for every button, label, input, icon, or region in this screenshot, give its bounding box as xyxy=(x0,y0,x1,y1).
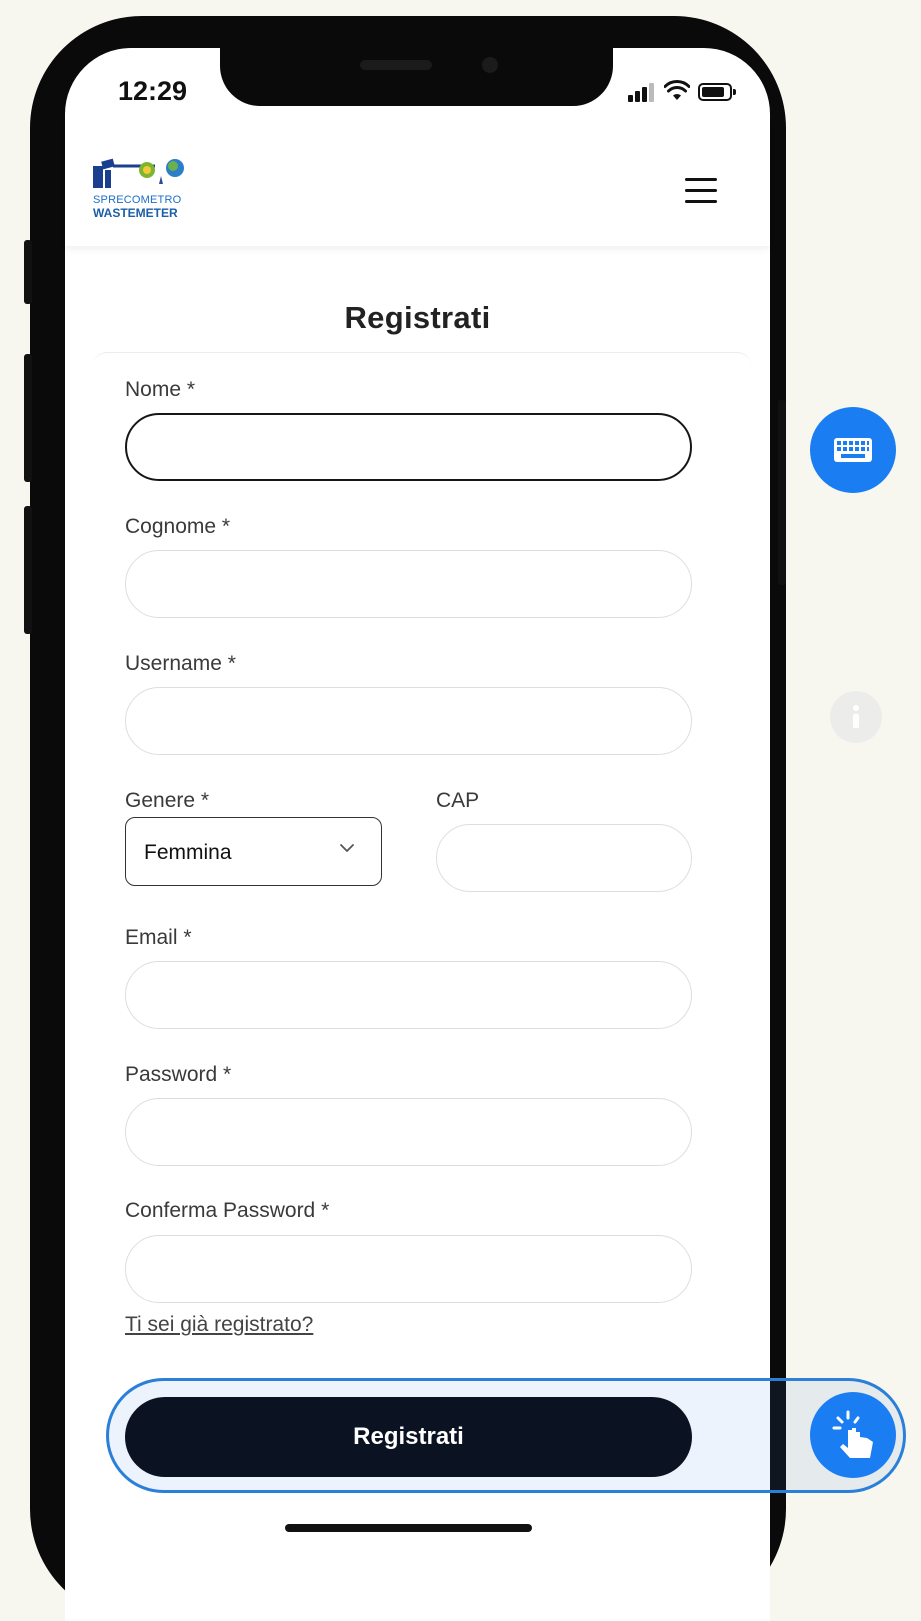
app-header: SPRECOMETRO WASTEMETER xyxy=(65,120,770,246)
chevron-down-icon xyxy=(340,844,354,852)
logo-mark-icon xyxy=(93,158,184,188)
conferma-password-input[interactable] xyxy=(125,1235,692,1303)
phone-notch xyxy=(220,48,613,106)
wifi-icon xyxy=(664,80,690,100)
page-title: Registrati xyxy=(344,300,491,335)
keyboard-icon xyxy=(834,438,872,462)
cognome-label: Cognome * xyxy=(125,515,231,538)
login-link[interactable]: Ti sei già registrato? xyxy=(125,1313,313,1337)
home-indicator xyxy=(285,1524,532,1532)
logo-text-sprecometro: SPRECOMETRO xyxy=(93,194,182,206)
registrati-button[interactable]: Registrati xyxy=(125,1397,692,1477)
info-button[interactable] xyxy=(830,691,882,743)
nome-input[interactable] xyxy=(125,413,692,481)
signal-icon xyxy=(628,82,656,102)
phone-volume-down-button xyxy=(24,506,32,634)
phone-mute-button xyxy=(24,240,32,304)
genere-select[interactable]: Femmina xyxy=(125,817,382,886)
keyboard-button[interactable] xyxy=(810,407,896,493)
genere-selected-value: Femmina xyxy=(144,841,232,864)
email-input[interactable] xyxy=(125,961,692,1029)
tap-icon xyxy=(832,1410,873,1458)
status-time: 12:29 xyxy=(118,76,188,106)
tap-action-button[interactable] xyxy=(810,1392,896,1478)
cap-label: CAP xyxy=(436,789,480,812)
hamburger-menu-icon[interactable] xyxy=(685,178,717,204)
conferma-password-label: Conferma Password * xyxy=(125,1199,330,1222)
sprecometro-logo[interactable]: SPRECOMETRO WASTEMETER xyxy=(93,156,203,226)
genere-label: Genere * xyxy=(125,789,210,812)
cognome-input[interactable] xyxy=(125,550,692,618)
logo-text-wastemeter: WASTEMETER xyxy=(93,206,178,220)
info-icon xyxy=(853,705,859,728)
cap-input[interactable] xyxy=(436,824,692,892)
phone-volume-up-button xyxy=(24,354,32,482)
nome-label: Nome * xyxy=(125,378,196,401)
username-input[interactable] xyxy=(125,687,692,755)
battery-icon xyxy=(698,83,736,101)
password-input[interactable] xyxy=(125,1098,692,1166)
username-label: Username * xyxy=(125,652,236,675)
password-label: Password * xyxy=(125,1063,232,1086)
email-label: Email * xyxy=(125,926,192,949)
phone-power-button xyxy=(778,400,786,585)
